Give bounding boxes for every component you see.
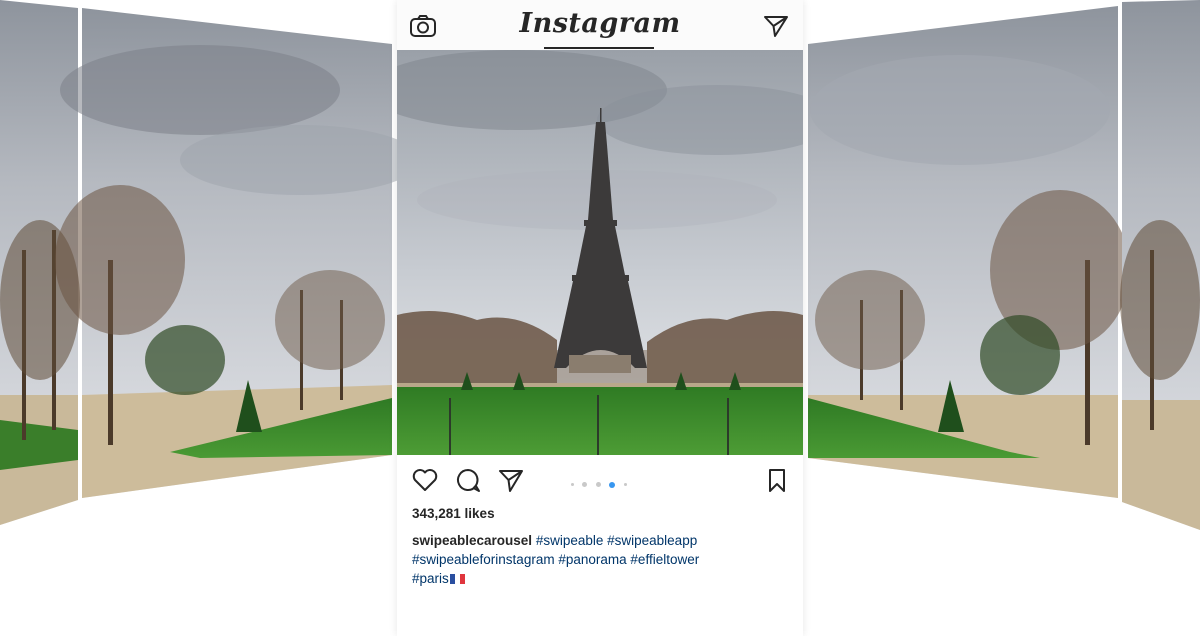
instagram-header: Instagram	[397, 0, 803, 50]
hashtag[interactable]: #panorama	[558, 552, 626, 567]
logo-underline	[544, 47, 654, 49]
hashtag[interactable]: #paris	[412, 571, 449, 586]
caption-username[interactable]: swipeablecarousel	[412, 533, 532, 548]
carousel-dot	[571, 483, 574, 487]
carousel-indicator	[569, 476, 629, 488]
hashtag[interactable]: #swipeable	[536, 533, 604, 548]
swipeable-panorama-scene: Instagram 343,281 likes swipeablecarouse…	[0, 0, 1200, 636]
likes-count[interactable]: 343,281 likes	[412, 506, 495, 521]
post-caption: swipeablecarousel #swipeable #swipeablea…	[412, 531, 792, 588]
carousel-dot	[595, 482, 601, 488]
panel-right	[808, 6, 1130, 498]
bookmark-icon[interactable]	[763, 466, 791, 494]
carousel-dot-active	[609, 481, 616, 488]
hashtag[interactable]: #swipeableapp	[607, 533, 697, 548]
carousel-dot	[582, 482, 588, 488]
comment-icon[interactable]	[454, 466, 482, 494]
instagram-logo: Instagram	[519, 8, 681, 39]
french-flag-emoji	[449, 570, 465, 584]
instagram-post-card: Instagram 343,281 likes swipeablecarouse…	[397, 0, 803, 636]
hashtag[interactable]: #swipeableforinstagram	[412, 552, 555, 567]
post-photo[interactable]	[397, 50, 803, 455]
hashtag[interactable]: #effieltower	[630, 552, 699, 567]
heart-icon[interactable]	[411, 466, 439, 494]
carousel-dot	[623, 483, 627, 487]
post-actions-bar	[397, 462, 803, 498]
send-icon[interactable]	[497, 466, 525, 494]
panel-left	[55, 8, 420, 498]
direct-send-icon[interactable]	[763, 14, 789, 38]
panel-far-right	[1120, 0, 1200, 530]
